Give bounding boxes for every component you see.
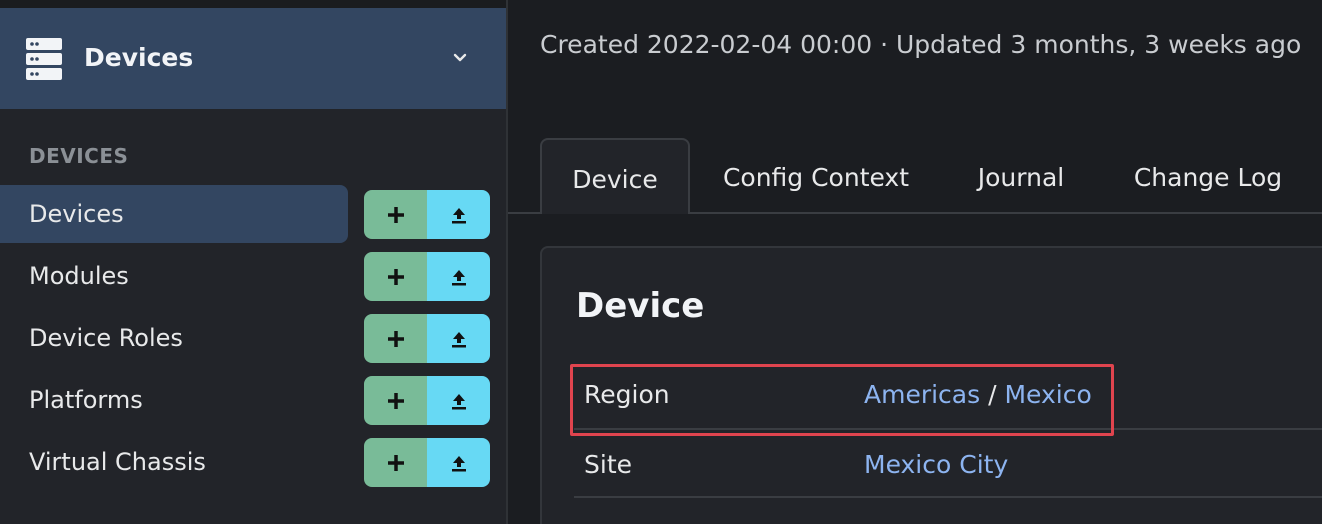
sidebar-item-virtual-chassis[interactable]: Virtual Chassis [0, 433, 348, 491]
upload-icon [451, 455, 466, 471]
sidebar-item-modules[interactable]: Modules [0, 247, 348, 305]
chevron-down-icon[interactable] [450, 48, 470, 68]
add-platform-button[interactable] [364, 376, 427, 425]
modules-actions [364, 252, 490, 301]
upload-icon [451, 207, 466, 223]
plus-icon [387, 454, 404, 471]
upload-icon [451, 393, 466, 409]
platforms-actions [364, 376, 490, 425]
sidebar-top-strip [0, 0, 506, 8]
plus-icon [387, 206, 404, 223]
device-card: Device Region Americas / Mexico Site Mex… [540, 246, 1322, 524]
sidebar-section-devices[interactable]: Devices [0, 8, 506, 109]
upload-icon [451, 331, 466, 347]
tab-config-context[interactable]: Config Context [710, 140, 922, 214]
add-module-button[interactable] [364, 252, 427, 301]
sidebar: Devices DEVICES Devices Modules Device R… [0, 0, 506, 524]
add-device-role-button[interactable] [364, 314, 427, 363]
sidebar-group-label: DEVICES [29, 144, 129, 168]
sidebar-section-title: Devices [84, 43, 194, 72]
devices-actions [364, 190, 490, 239]
main-content: Created 2022-02-04 00:00 · Updated 3 mon… [508, 0, 1322, 524]
import-modules-button[interactable] [427, 252, 490, 301]
card-title: Device [576, 286, 705, 326]
server-icon [26, 38, 62, 80]
row-divider [574, 496, 1322, 498]
site-link-mexico-city[interactable]: Mexico City [864, 450, 1008, 479]
site-value: Mexico City [864, 450, 1008, 479]
tab-journal[interactable]: Journal [962, 140, 1080, 214]
import-platforms-button[interactable] [427, 376, 490, 425]
device-roles-actions [364, 314, 490, 363]
sidebar-item-devices[interactable]: Devices [0, 185, 348, 243]
add-device-button[interactable] [364, 190, 427, 239]
import-devices-button[interactable] [427, 190, 490, 239]
tab-change-log[interactable]: Change Log [1122, 140, 1294, 214]
import-virtual-chassis-button[interactable] [427, 438, 490, 487]
plus-icon [387, 268, 404, 285]
tab-device[interactable]: Device [540, 138, 690, 214]
site-label: Site [584, 450, 632, 479]
import-device-roles-button[interactable] [427, 314, 490, 363]
object-meta: Created 2022-02-04 00:00 · Updated 3 mon… [540, 30, 1302, 59]
region-highlight-box [570, 364, 1114, 436]
virtual-chassis-actions [364, 438, 490, 487]
plus-icon [387, 392, 404, 409]
upload-icon [451, 269, 466, 285]
plus-icon [387, 330, 404, 347]
sidebar-item-platforms[interactable]: Platforms [0, 371, 348, 429]
add-virtual-chassis-button[interactable] [364, 438, 427, 487]
sidebar-item-device-roles[interactable]: Device Roles [0, 309, 348, 367]
